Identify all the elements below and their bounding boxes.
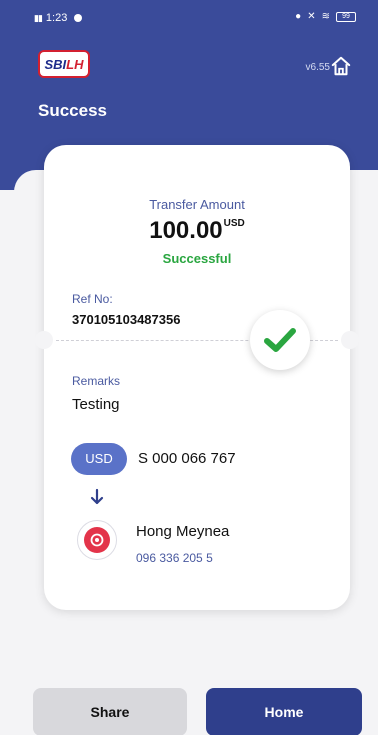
source-account: S 000 066 767 — [138, 450, 236, 467]
bank-logo-icon — [84, 527, 110, 553]
notification-dot-icon — [74, 14, 83, 22]
amount-currency: USD — [223, 218, 245, 229]
bank-emblem-icon — [90, 533, 104, 547]
alarm-icon: ● — [295, 11, 302, 22]
transfer-amount: 100.00USD — [44, 217, 350, 245]
home-icon[interactable] — [330, 55, 352, 77]
logo-secondary-text: LH — [66, 56, 84, 72]
status-time: 1:23 — [45, 12, 68, 24]
remarks-label: Remarks — [72, 374, 121, 388]
amount-value: 100.00 — [149, 217, 223, 244]
home-button[interactable]: Home — [206, 688, 362, 735]
status-badge: Successful — [162, 251, 232, 266]
status-left: ▮▮ 1:23 — [34, 12, 83, 24]
share-button[interactable]: Share — [33, 688, 187, 735]
payee-avatar — [77, 520, 117, 560]
battery-icon: 99 — [336, 11, 356, 22]
amount-label: Transfer Amount — [149, 197, 245, 212]
success-check-badge — [250, 310, 310, 370]
remarks-value: Testing — [72, 396, 120, 413]
logo-primary-text: SBI — [44, 56, 67, 72]
payee-name: Hong Meynea — [136, 523, 230, 540]
app-version: v6.55 — [305, 62, 330, 73]
payee-phone: 096 336 205 5 — [136, 551, 213, 565]
wifi-icon: ≋ — [321, 11, 330, 22]
check-icon — [264, 328, 296, 352]
ref-number: 370105103487356 — [72, 312, 181, 327]
mute-icon: ✕ — [307, 11, 316, 22]
ref-label: Ref No: — [72, 292, 113, 306]
arrow-down-icon — [90, 488, 104, 505]
status-right: ● ✕ ≋ 99 — [295, 11, 356, 22]
ticket-notch-right — [341, 331, 359, 349]
ticket-notch-left — [35, 331, 53, 349]
status-bar: ▮▮ 1:23 ● ✕ ≋ 99 — [0, 0, 378, 36]
page-title: Success — [38, 101, 107, 120]
currency-pill: USD — [71, 443, 127, 475]
signal-icon: ▮▮ — [34, 12, 43, 23]
bank-logo: SBI LH — [38, 50, 90, 78]
receipt-card: Transfer Amount 100.00USD Successful Ref… — [35, 145, 359, 610]
